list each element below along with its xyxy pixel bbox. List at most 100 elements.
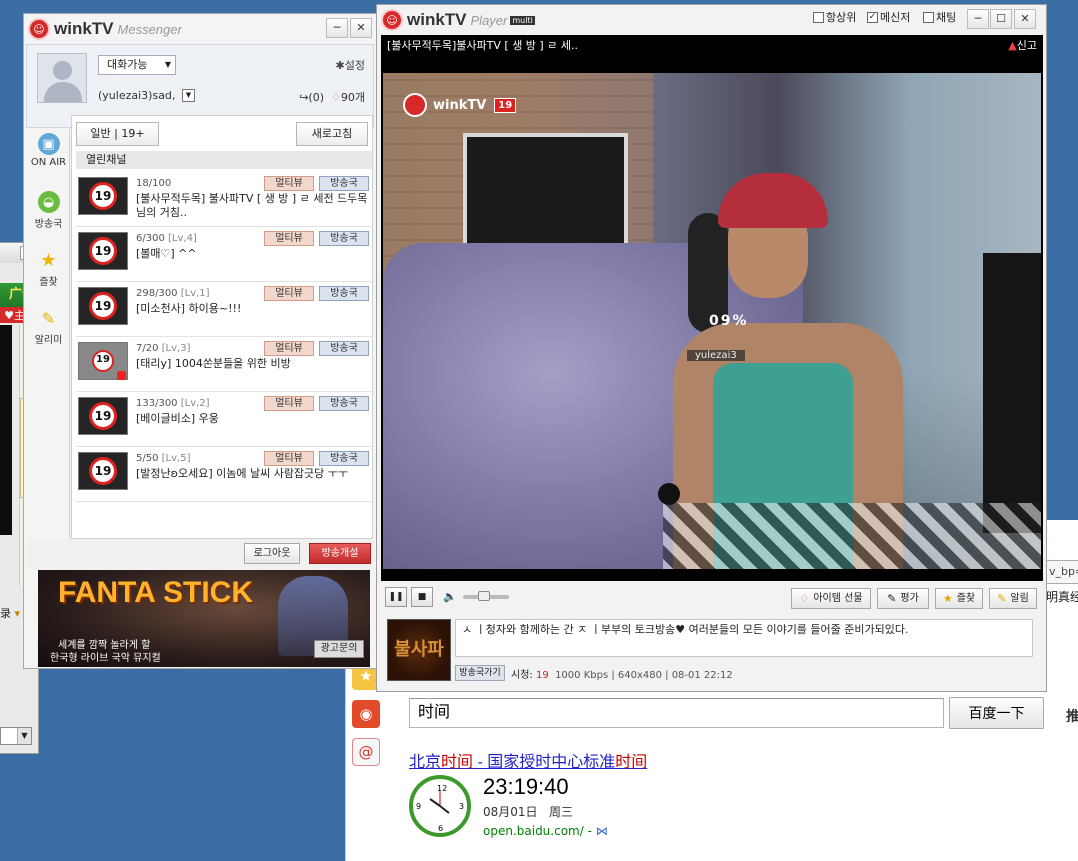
channel-thumbnail[interactable]: 19 [78,452,128,490]
broadcast-info: 불사파 ㅅ ㅣ청자와 함께하는 간 ㅈ ㅣ부부의 토크방송♥ 여러분들의 모든 … [381,615,1043,687]
search-input[interactable]: 时间 [409,698,944,728]
rate-button[interactable]: ✎ 평가 [877,588,929,609]
go-station-button[interactable]: 방송국가기 [455,665,505,681]
volume-slider[interactable] [463,591,509,601]
age-19-icon: 19 [89,237,117,265]
channel-title[interactable]: [발정난ʚ오세요] 이놈에 날씨 사람잡긋당 ㅜㅜ [136,467,372,481]
logout-button[interactable]: 로그아웃 [244,543,300,564]
gift-item-button[interactable]: ♢ 아이템 선물 [791,588,871,609]
pause-button[interactable]: ❚❚ [385,587,407,607]
chevron-down-icon[interactable]: ▼ [17,728,31,744]
channel-title[interactable]: [태리y] 1004쏜분들을 위한 비방 [136,357,372,371]
alarm-button[interactable]: ✎ 알림 [989,588,1037,609]
bell-icon: ✎ [997,592,1007,605]
settings-link[interactable]: ✱설정 [336,57,365,73]
channel-item[interactable]: 19 6/300 [Lv,4] 멀티뷰 방송국 [볼매♡] ^^ [76,227,372,282]
minimize-button[interactable]: ─ [326,18,348,38]
address-bar-fragment[interactable]: v_bp= [1046,560,1078,584]
channel-thumbnail[interactable]: 19 [78,342,128,380]
station-button[interactable]: 방송국 [319,231,369,246]
multiview-button[interactable]: 멀티뷰 [264,231,314,246]
search-result-title[interactable]: 北京时间 - 国家授时中心标准时间 [409,748,647,772]
option-chat[interactable]: 채팅 [923,9,956,25]
refresh-button[interactable]: 새로고침 [296,122,368,146]
checkbox[interactable] [923,11,934,23]
weibo-icon[interactable]: ◉ [352,700,380,728]
start-broadcast-button[interactable]: 방송개설 [309,543,371,564]
checkbox-checked[interactable]: ✓ [867,11,878,23]
channel-title[interactable]: [불사무적두목] 불사파TV [ 생 방 ] ㄹ 세전 드두목님의 거침.. [136,192,372,220]
winktv-logo-icon: ☺ [381,9,403,31]
channel-title[interactable]: [베이글비소] 우웅 [136,412,372,426]
channel-item[interactable]: 19 298/300 [Lv,1] 멀티뷰 방송국 [미소천사] 하이용~!!! [76,282,372,337]
close-button[interactable]: ✕ [1014,9,1036,29]
volume-slider-knob[interactable] [478,591,490,601]
volume-icon[interactable]: 🔈 [443,590,457,603]
result-url[interactable]: open.baidu.com/ - ⋈ [483,824,608,838]
messenger-titlebar[interactable]: ☺ winkTV Messenger ─ ✕ [24,14,376,44]
ad-title: FANTA STICK [58,576,253,609]
svg-text:12: 12 [437,784,447,793]
side-popup-combo[interactable]: ▼ [0,727,32,745]
search-button[interactable]: 百度一下 [949,697,1044,729]
ad-inquiry-button[interactable]: 광고문의 [314,640,364,658]
chevron-down-icon[interactable]: ▼ [182,89,195,102]
rail-item-on-air[interactable]: ▣ ON AIR [28,129,69,187]
stop-button[interactable]: ■ [411,587,433,607]
whiteboard-image [463,133,628,258]
broadcast-thumbnail[interactable]: 불사파 [387,619,451,681]
email-icon[interactable]: @ [352,738,380,766]
age-19-icon: 19 [89,292,117,320]
multiview-button[interactable]: 멀티뷰 [264,341,314,356]
channel-thumbnail[interactable]: 19 [78,397,128,435]
chevron-down-icon: ▼ [164,60,171,69]
lock-icon [117,371,126,380]
station-button[interactable]: 방송국 [319,286,369,301]
close-button[interactable]: ✕ [350,18,372,38]
multiview-button[interactable]: 멀티뷰 [264,176,314,191]
station-button[interactable]: 방송국 [319,451,369,466]
channel-title[interactable]: [볼매♡] ^^ [136,247,372,261]
player-titlebar[interactable]: ☺ winkTV Player multi 항상위 ✓ 메신저 채팅 ─ ☐ ✕ [377,5,1046,35]
bell-icon: ✎ [41,308,56,328]
channel-item[interactable]: 19 7/20 [Lv,3] 멀티뷰 방송국 [태리y] 1004쏜분들을 위한… [76,337,372,392]
balloon-icon: ♢ [799,592,810,605]
rail-item-alarm[interactable]: ✎ 알리미 [28,303,69,361]
rail-item-favorite[interactable]: ★ 즐찾 [28,245,69,303]
maximize-button[interactable]: ☐ [990,9,1012,29]
channel-thumbnail[interactable]: 19 [78,287,128,325]
avatar[interactable] [37,53,87,103]
clock-time: 23:19:40 [483,774,569,799]
station-button[interactable]: 방송국 [319,176,369,191]
option-always-on-top[interactable]: 항상위 [813,9,856,25]
channel-item[interactable]: 19 5/50 [Lv,5] 멀티뷰 방송국 [발정난ʚ오세요] 이놈에 날씨 … [76,447,372,502]
channel-thumbnail[interactable]: 19 [78,232,128,270]
balloon-icon[interactable]: ♢ [331,91,341,104]
minimize-button[interactable]: ─ [967,9,989,29]
report-button[interactable]: ▲신고 [1008,35,1037,57]
channel-item[interactable]: 19 133/300 [Lv,2] 멀티뷰 방송국 [베이글비소] 우웅 [76,392,372,447]
multiview-button[interactable]: 멀티뷰 [264,451,314,466]
svg-text:3: 3 [459,802,464,811]
favorite-button[interactable]: ★ 즐찾 [935,588,983,609]
ad-banner[interactable]: FANTA STICK 세계를 깜짝 놀라게 할 한국형 라이브 국악 뮤지컬 … [38,570,370,667]
microphone-image [658,483,680,505]
side-popup-label: 录 ▾ [0,607,21,620]
video-area[interactable]: [불사무적두목]불사파TV [ 생 방 ] ㄹ 세.. ▲신고 winkTV 1… [381,35,1043,581]
multiview-button[interactable]: 멀티뷰 [264,396,314,411]
channel-title[interactable]: [미소천사] 하이용~!!! [136,302,372,316]
rail-item-station[interactable]: ◒ 방송국 [28,187,69,245]
status-dropdown[interactable]: 대화가능 ▼ [98,55,176,75]
multi-badge: multi [510,15,535,25]
station-button[interactable]: 방송국 [319,396,369,411]
checkbox[interactable] [813,11,824,23]
video-frame[interactable]: winkTV 19 09% yulezai3 [383,73,1041,569]
multiview-button[interactable]: 멀티뷰 [264,286,314,301]
channel-thumbnail[interactable]: 19 [78,177,128,215]
filter-button[interactable]: 일반 | 19+ [76,122,159,146]
option-messenger[interactable]: ✓ 메신저 [867,9,910,25]
station-button[interactable]: 방송국 [319,341,369,356]
channel-item[interactable]: 19 18/100 멀티뷰 방송국 [불사무적두목] 불사파TV [ 생 방 ]… [76,172,372,227]
clock-date: 08月01日 周三 [483,805,574,819]
broadcast-icon: ◒ [37,191,60,213]
